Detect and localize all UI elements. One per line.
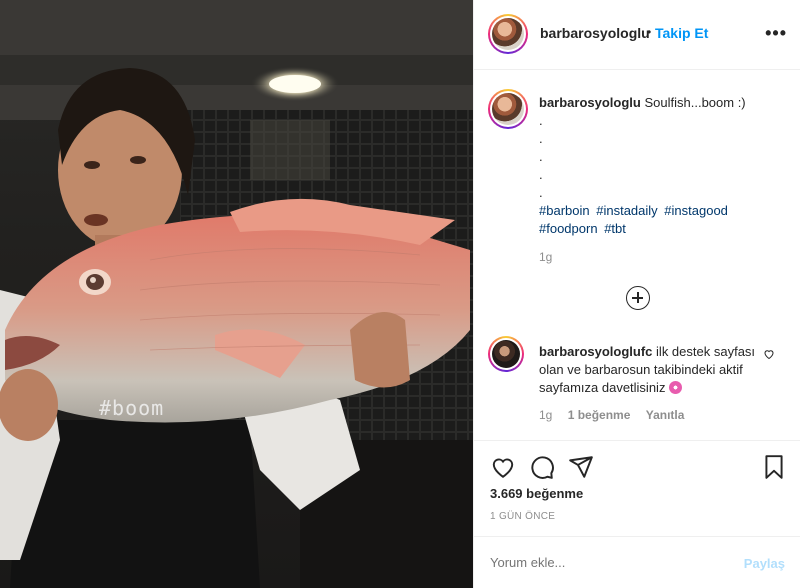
commenter-avatar[interactable] [488,336,524,372]
caption-author-avatar[interactable] [488,89,528,129]
caption-age[interactable]: 1g [539,248,789,266]
caption-username[interactable]: barbarosyologlu [539,95,641,110]
caption-dot-line: . [539,167,543,182]
post-caption: barbarosyologlu Soulfish...boom :) . . .… [539,94,789,266]
comment-age[interactable]: 1g [539,408,552,422]
post-details-panel: barbarosyologlu • Takip Et ••• barbarosy… [473,0,800,588]
flower-emoji-icon [669,381,683,394]
follow-separator: • [647,25,652,39]
follow-button[interactable]: Takip Et [655,25,708,41]
caption-dot-lines: . . . . . [539,112,789,202]
hashtag-link[interactable]: #foodporn [539,221,598,236]
caption-dot-line: . [539,149,543,164]
comment-like-heart-icon[interactable] [763,348,775,360]
author-avatar[interactable] [488,14,528,54]
post-date[interactable]: 1 GÜN ÖNCE [490,511,555,522]
hashtag-link[interactable]: #instagood [664,203,728,218]
post-comment-button[interactable]: Paylaş [744,556,785,571]
paper-plane-icon[interactable] [568,454,594,480]
more-options-icon[interactable]: ••• [765,23,787,44]
photo-overlay-tag: #boom [99,396,165,420]
load-more-comments-icon[interactable] [626,286,650,310]
header-username[interactable]: barbarosyologlu [540,25,650,41]
like-count[interactable]: 3.669 beğenme [490,486,583,501]
caption-dot-line: . [539,131,543,146]
add-comment-bar: Paylaş [474,536,800,588]
comment-likes[interactable]: 1 beğenme [568,408,631,422]
comment-meta: 1g 1 beğenme Yanıtla [539,406,767,424]
post-header: barbarosyologlu • Takip Et ••• [474,0,800,70]
comments-section[interactable]: barbarosyologlu Soulfish...boom :) . . .… [474,71,800,440]
caption-dot-line: . [539,185,543,200]
caption-text: Soulfish...boom :) [644,95,746,110]
heart-icon[interactable] [490,454,516,480]
caption-hashtags: #barboin #instadaily #instagood #foodpor… [539,202,789,238]
caption-dot-line: . [539,113,543,128]
hashtag-link[interactable]: #barboin [539,203,590,218]
comment-username[interactable]: barbarosyologlufc [539,344,652,359]
post-photo-illustration [0,0,473,588]
hashtag-link[interactable]: #tbt [604,221,626,236]
comment-item: barbarosyologlufc ilk destek sayfası ola… [539,343,767,424]
comment-icon[interactable] [529,454,555,480]
bookmark-icon[interactable] [761,454,787,480]
comment-input[interactable] [490,555,730,570]
hashtag-link[interactable]: #instadaily [596,203,657,218]
comment-reply-button[interactable]: Yanıtla [646,408,685,422]
post-photo[interactable]: #boom [0,0,473,588]
